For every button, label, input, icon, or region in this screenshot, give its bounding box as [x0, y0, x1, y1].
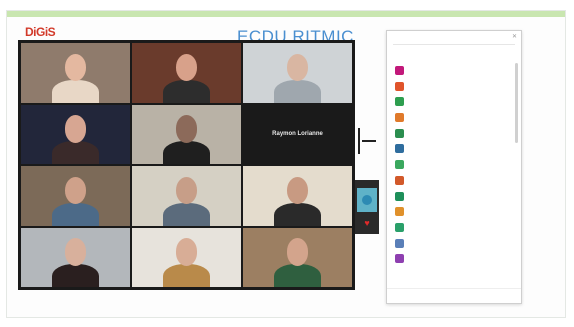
- avatar: [395, 128, 404, 138]
- participant-video: [162, 202, 211, 226]
- video-tile[interactable]: [21, 166, 130, 226]
- participant-row[interactable]: [393, 141, 511, 157]
- participant-row[interactable]: [393, 173, 511, 189]
- participant-video: [51, 79, 100, 103]
- video-gallery: Raymon Lorianne: [18, 40, 355, 290]
- avatar: [395, 81, 404, 91]
- participant-row[interactable]: [393, 220, 511, 236]
- participant-video: [51, 264, 100, 287]
- participant-row[interactable]: [393, 251, 511, 267]
- avatar: [395, 66, 404, 75]
- participant-video: [162, 264, 211, 287]
- participant-video: [162, 141, 211, 164]
- participant-face: [64, 115, 87, 143]
- participant-row[interactable]: [393, 126, 511, 142]
- participant-list: [393, 63, 511, 267]
- avatar: [395, 175, 404, 185]
- participant-video: [273, 79, 322, 103]
- participant-face: [175, 176, 198, 205]
- participant-video: [51, 202, 100, 226]
- avatar: [395, 144, 404, 154]
- panel-footer: [387, 288, 521, 303]
- video-side-strip: ♥: [355, 180, 379, 234]
- participant-row[interactable]: [393, 236, 511, 252]
- participant-video: [162, 79, 211, 103]
- participant-video: [51, 141, 100, 164]
- participant-row[interactable]: [393, 110, 511, 126]
- participant-row[interactable]: [393, 63, 511, 79]
- camera-icon: [362, 195, 372, 205]
- avatar: [395, 222, 404, 232]
- participant-row[interactable]: [393, 204, 511, 220]
- video-tile[interactable]: Raymon Lorianne: [243, 104, 352, 164]
- avatar: [395, 207, 404, 217]
- video-tile[interactable]: [243, 43, 352, 103]
- logo-text: DiGiS: [25, 25, 56, 39]
- heart-icon[interactable]: ♥: [362, 218, 372, 228]
- video-tile[interactable]: [132, 104, 241, 164]
- participant-row[interactable]: [393, 94, 511, 110]
- avatar: [395, 160, 404, 170]
- participant-face: [286, 53, 309, 82]
- participants-panel: ✕: [386, 30, 522, 304]
- avatar: [395, 238, 404, 248]
- close-icon[interactable]: ✕: [512, 33, 517, 40]
- connector-line: [358, 128, 378, 154]
- participant-face: [64, 53, 87, 82]
- participant-video: [273, 202, 322, 226]
- avatar: [395, 113, 404, 123]
- participant-face: [175, 115, 198, 143]
- scrollbar[interactable]: [515, 63, 518, 143]
- video-tile[interactable]: [243, 227, 352, 287]
- video-tile[interactable]: [21, 43, 130, 103]
- avatar: [395, 97, 404, 107]
- participant-row[interactable]: [393, 157, 511, 173]
- avatar: [395, 191, 404, 201]
- participant-face: [286, 176, 309, 205]
- participant-face: [175, 53, 198, 82]
- slide-top-bar: [7, 11, 565, 17]
- video-tile[interactable]: [243, 166, 352, 226]
- participant-face: [64, 176, 87, 205]
- video-tile[interactable]: [132, 43, 241, 103]
- participant-face: [286, 238, 309, 266]
- participant-video: [273, 264, 322, 287]
- video-tile[interactable]: [21, 104, 130, 164]
- avatar: [395, 254, 404, 264]
- participant-row[interactable]: [393, 189, 511, 205]
- video-tile[interactable]: [132, 166, 241, 226]
- participant-row[interactable]: [393, 79, 511, 95]
- participant-face: [64, 238, 87, 266]
- participant-face: [175, 238, 198, 266]
- video-tile[interactable]: [132, 227, 241, 287]
- video-tile[interactable]: [21, 227, 130, 287]
- panel-divider: [393, 44, 515, 45]
- participant-name: Raymon Lorianne: [272, 131, 323, 138]
